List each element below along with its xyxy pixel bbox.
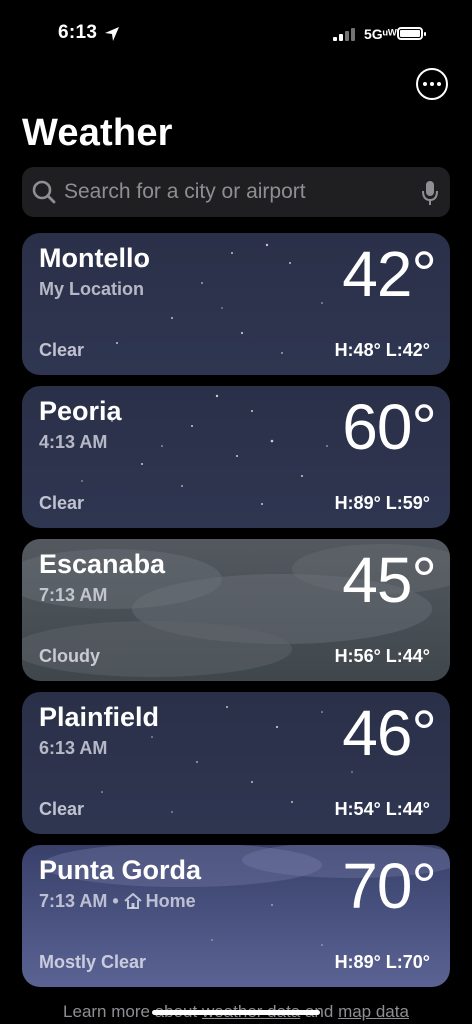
high-low-temps: H:56° L:44° bbox=[334, 646, 430, 666]
condition-label: Clear bbox=[39, 493, 85, 513]
condition-label: Cloudy bbox=[39, 646, 100, 666]
search-input[interactable]: Search for a city or airport bbox=[22, 167, 450, 217]
page-title: Weather bbox=[22, 112, 173, 154]
local-time: 7:13 AM • bbox=[39, 891, 124, 911]
current-temperature: 70° bbox=[342, 850, 437, 922]
current-temperature: 45° bbox=[342, 544, 437, 616]
high-low-temps: H:89° L:59° bbox=[334, 493, 430, 513]
status-time: 6:13 bbox=[58, 22, 98, 43]
city-name: Peoria bbox=[39, 396, 122, 426]
house-icon bbox=[123, 893, 142, 909]
magnifier-icon bbox=[32, 180, 56, 204]
search-placeholder: Search for a city or airport bbox=[64, 180, 306, 203]
high-low-temps: H:54° L:44° bbox=[334, 799, 430, 819]
city-card-punta-gorda[interactable]: Punta Gorda 7:13 AM • Home 70° Mostly Cl… bbox=[22, 845, 450, 987]
condition-label: Mostly Clear bbox=[39, 952, 147, 972]
city-subtitle: 4:13 AM bbox=[39, 432, 108, 452]
ellipsis-circle-icon bbox=[423, 82, 427, 86]
city-subtitle: 7:13 AM bbox=[39, 585, 108, 605]
microphone-icon[interactable] bbox=[420, 179, 440, 207]
city-card-escanaba[interactable]: Escanaba 7:13 AM 45° Cloudy H:56° L:44° bbox=[22, 539, 450, 681]
home-label: Home bbox=[145, 891, 196, 911]
map-data-link[interactable]: map data bbox=[338, 1002, 409, 1021]
current-temperature: 42° bbox=[342, 238, 437, 310]
cellular-signal-icon bbox=[333, 28, 355, 41]
current-temperature: 46° bbox=[342, 697, 437, 769]
high-low-temps: H:48° L:42° bbox=[334, 340, 430, 360]
condition-label: Clear bbox=[39, 340, 85, 360]
city-name: Plainfield bbox=[39, 702, 160, 732]
home-indicator[interactable] bbox=[152, 1010, 320, 1015]
more-options-button[interactable] bbox=[416, 68, 448, 100]
city-subtitle: 7:13 AM • Home bbox=[39, 891, 196, 912]
high-low-temps: H:89° L:70° bbox=[334, 952, 430, 972]
location-arrow-icon bbox=[105, 27, 119, 41]
battery-icon bbox=[397, 27, 426, 40]
city-subtitle: 6:13 AM bbox=[39, 738, 108, 758]
current-temperature: 60° bbox=[342, 391, 437, 463]
city-name: Escanaba bbox=[39, 549, 166, 579]
city-card-peoria[interactable]: Peoria 4:13 AM 60° Clear H:89° L:59° bbox=[22, 386, 450, 528]
status-bar: 6:13 5Gᵘᵂ bbox=[0, 0, 472, 70]
network-type: 5Gᵘᵂ bbox=[364, 26, 397, 42]
city-card-plainfield[interactable]: Plainfield 6:13 AM 46° Clear H:54° L:44° bbox=[22, 692, 450, 834]
condition-label: Clear bbox=[39, 799, 85, 819]
city-card-montello[interactable]: Montello My Location 42° Clear H:48° L:4… bbox=[22, 233, 450, 375]
city-name: Montello bbox=[39, 243, 150, 273]
city-name: Punta Gorda bbox=[39, 855, 202, 885]
city-subtitle: My Location bbox=[39, 279, 145, 299]
